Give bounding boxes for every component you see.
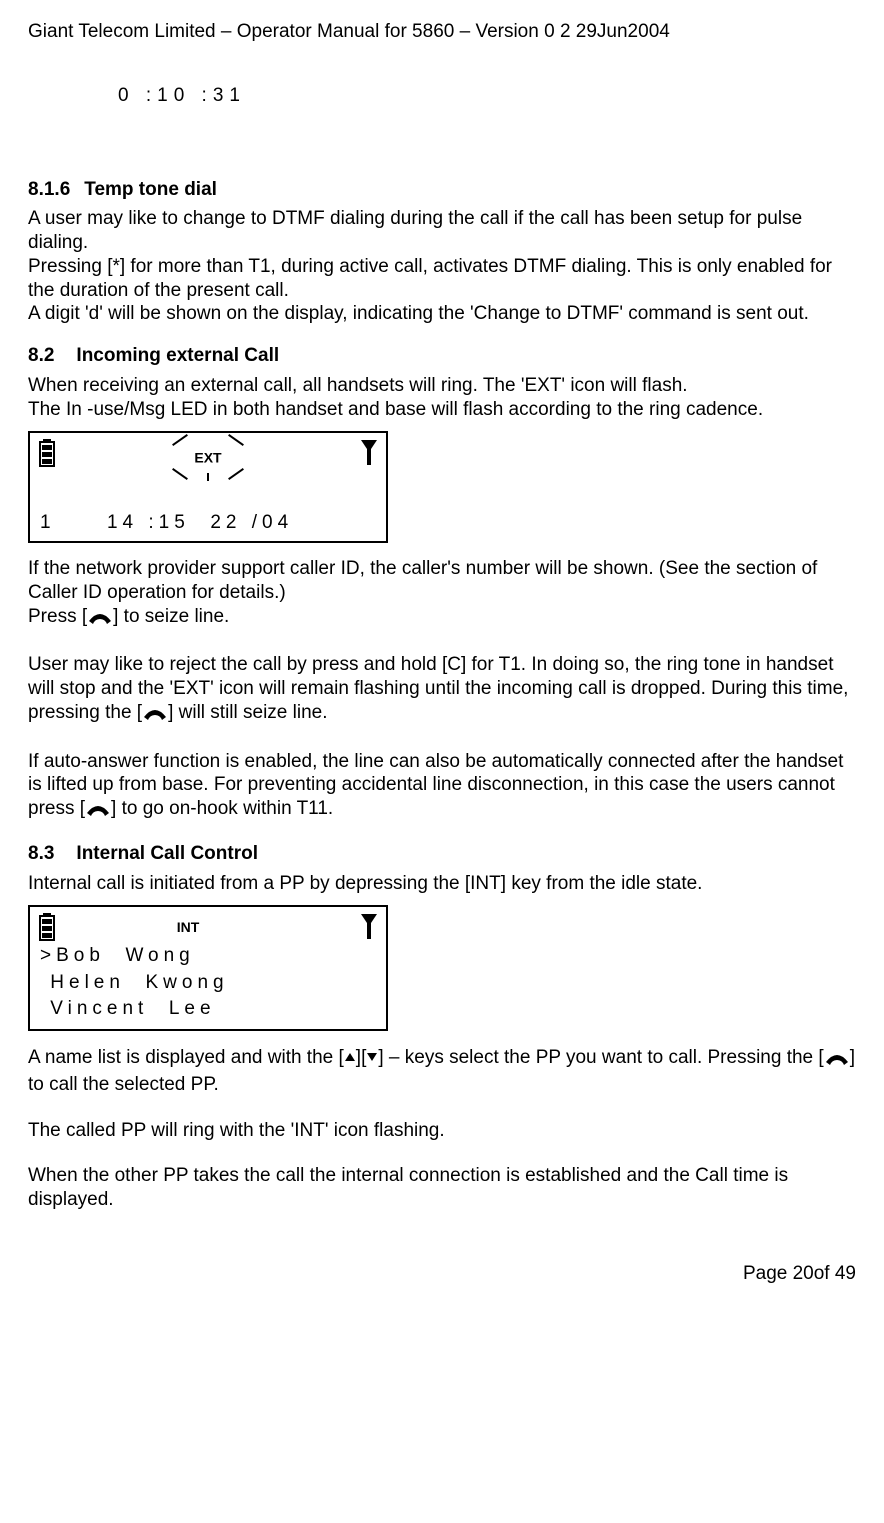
body-text: Internal call is initiated from a PP by … xyxy=(28,872,856,896)
heading-title: Internal Call Control xyxy=(76,843,258,864)
list-item: Helen Kwong xyxy=(40,970,378,997)
signal-icon xyxy=(360,913,378,939)
down-arrow-icon xyxy=(366,1045,378,1069)
text-fragment: ] – keys select the PP you want to call.… xyxy=(378,1047,823,1068)
body-text: When receiving an external call, all han… xyxy=(28,374,856,398)
text-fragment: ][ xyxy=(356,1047,367,1068)
list-item: Vincent Lee xyxy=(40,996,378,1023)
list-item: >Bob Wong xyxy=(40,943,378,970)
heading-8-1-6: 8.1.6 Temp tone dial xyxy=(28,178,856,202)
lcd-status-row: EXT xyxy=(38,439,378,485)
page-footer: Page 20of 49 xyxy=(28,1262,856,1286)
up-arrow-icon xyxy=(344,1045,356,1069)
body-text: The In -use/Msg LED in both handset and … xyxy=(28,398,856,422)
heading-number: 8.3 xyxy=(28,842,54,866)
body-text: The called PP will ring with the 'INT' i… xyxy=(28,1119,856,1143)
int-label: INT xyxy=(177,919,200,937)
battery-icon xyxy=(38,439,56,467)
body-text: A name list is displayed and with the []… xyxy=(28,1045,856,1097)
talk-icon xyxy=(824,1049,850,1073)
talk-icon xyxy=(85,800,111,824)
body-text: When the other PP takes the call the int… xyxy=(28,1164,856,1212)
signal-icon xyxy=(360,439,378,465)
heading-8-3: 8.3 Internal Call Control xyxy=(28,842,856,866)
body-text: Press [ ] to seize line. xyxy=(28,605,856,632)
body-text: User may like to reject the call by pres… xyxy=(28,653,856,727)
body-text: If the network provider support caller I… xyxy=(28,557,856,605)
ext-label: EXT xyxy=(194,450,221,468)
text-fragment: ] will still seize line. xyxy=(168,702,327,723)
text-fragment: Press [ xyxy=(28,606,87,627)
text-fragment: ] to seize line. xyxy=(113,606,229,627)
lcd-name-list: >Bob Wong Helen Kwong Vincent Lee xyxy=(38,943,378,1023)
body-text: A digit 'd' will be shown on the display… xyxy=(28,302,856,326)
heading-8-2: 8.2 Incoming external Call xyxy=(28,344,856,368)
body-text: A user may like to change to DTMF dialin… xyxy=(28,207,856,255)
lcd-display-ext: EXT 1 14 :15 22 /04 xyxy=(28,431,388,543)
talk-icon xyxy=(87,608,113,632)
text-fragment: A name list is displayed and with the [ xyxy=(28,1047,344,1068)
timer-display: 0 :10 :31 xyxy=(118,84,856,108)
page-header: Giant Telecom Limited – Operator Manual … xyxy=(28,20,856,44)
heading-title: Temp tone dial xyxy=(84,179,217,200)
lcd-display-int: INT >Bob Wong Helen Kwong Vincent Lee xyxy=(28,905,388,1031)
text-fragment: ] to go on-hook within T11. xyxy=(111,798,333,819)
battery-icon xyxy=(38,913,56,941)
heading-number: 8.1.6 xyxy=(28,178,70,202)
heading-number: 8.2 xyxy=(28,344,54,368)
body-text: If auto-answer function is enabled, the … xyxy=(28,750,856,824)
lcd-status-row: INT xyxy=(38,913,378,943)
lcd-info-line: 1 14 :15 22 /04 xyxy=(38,509,378,535)
body-text: Pressing [*] for more than T1, during ac… xyxy=(28,255,856,303)
talk-icon xyxy=(142,704,168,728)
heading-title: Incoming external Call xyxy=(76,345,279,366)
ext-flash-indicator: EXT xyxy=(163,437,253,481)
